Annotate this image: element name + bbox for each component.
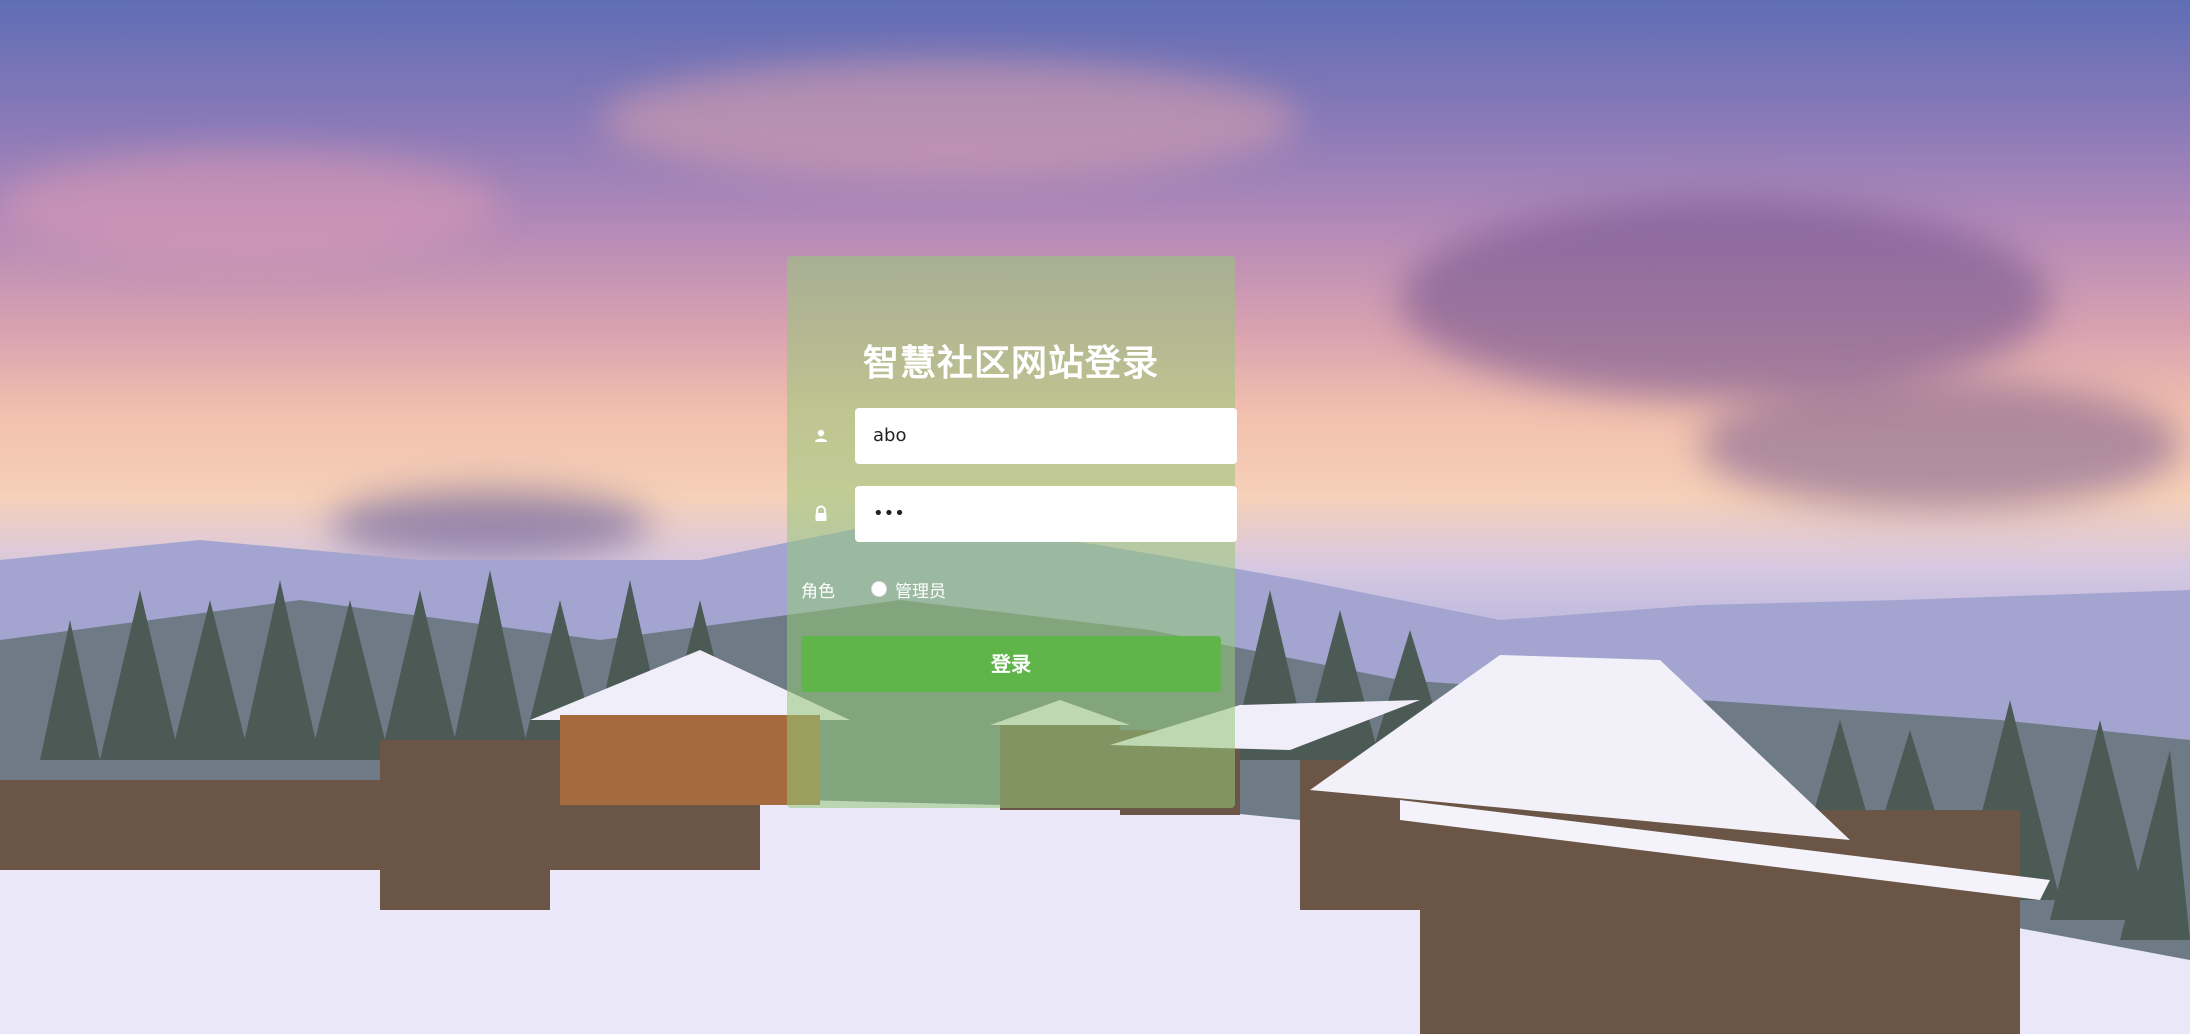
page-title: 智慧社区网站登录 bbox=[862, 343, 1159, 384]
password-input[interactable]: ••• bbox=[855, 486, 1237, 542]
role-radio-admin[interactable] bbox=[871, 581, 887, 597]
role-label: 角色 bbox=[801, 581, 835, 602]
user-icon bbox=[811, 426, 831, 446]
username-row: abo bbox=[803, 408, 1237, 464]
username-input[interactable]: abo bbox=[855, 408, 1237, 464]
role-selector: 角色 管理员 bbox=[801, 574, 946, 604]
login-panel: 智慧社区网站登录 abo ••• 角色 管理员 登录 bbox=[787, 256, 1237, 808]
role-option-admin[interactable]: 管理员 bbox=[895, 577, 946, 602]
lock-icon bbox=[811, 504, 831, 524]
login-button[interactable]: 登录 bbox=[801, 636, 1221, 692]
password-row: ••• bbox=[803, 486, 1237, 542]
